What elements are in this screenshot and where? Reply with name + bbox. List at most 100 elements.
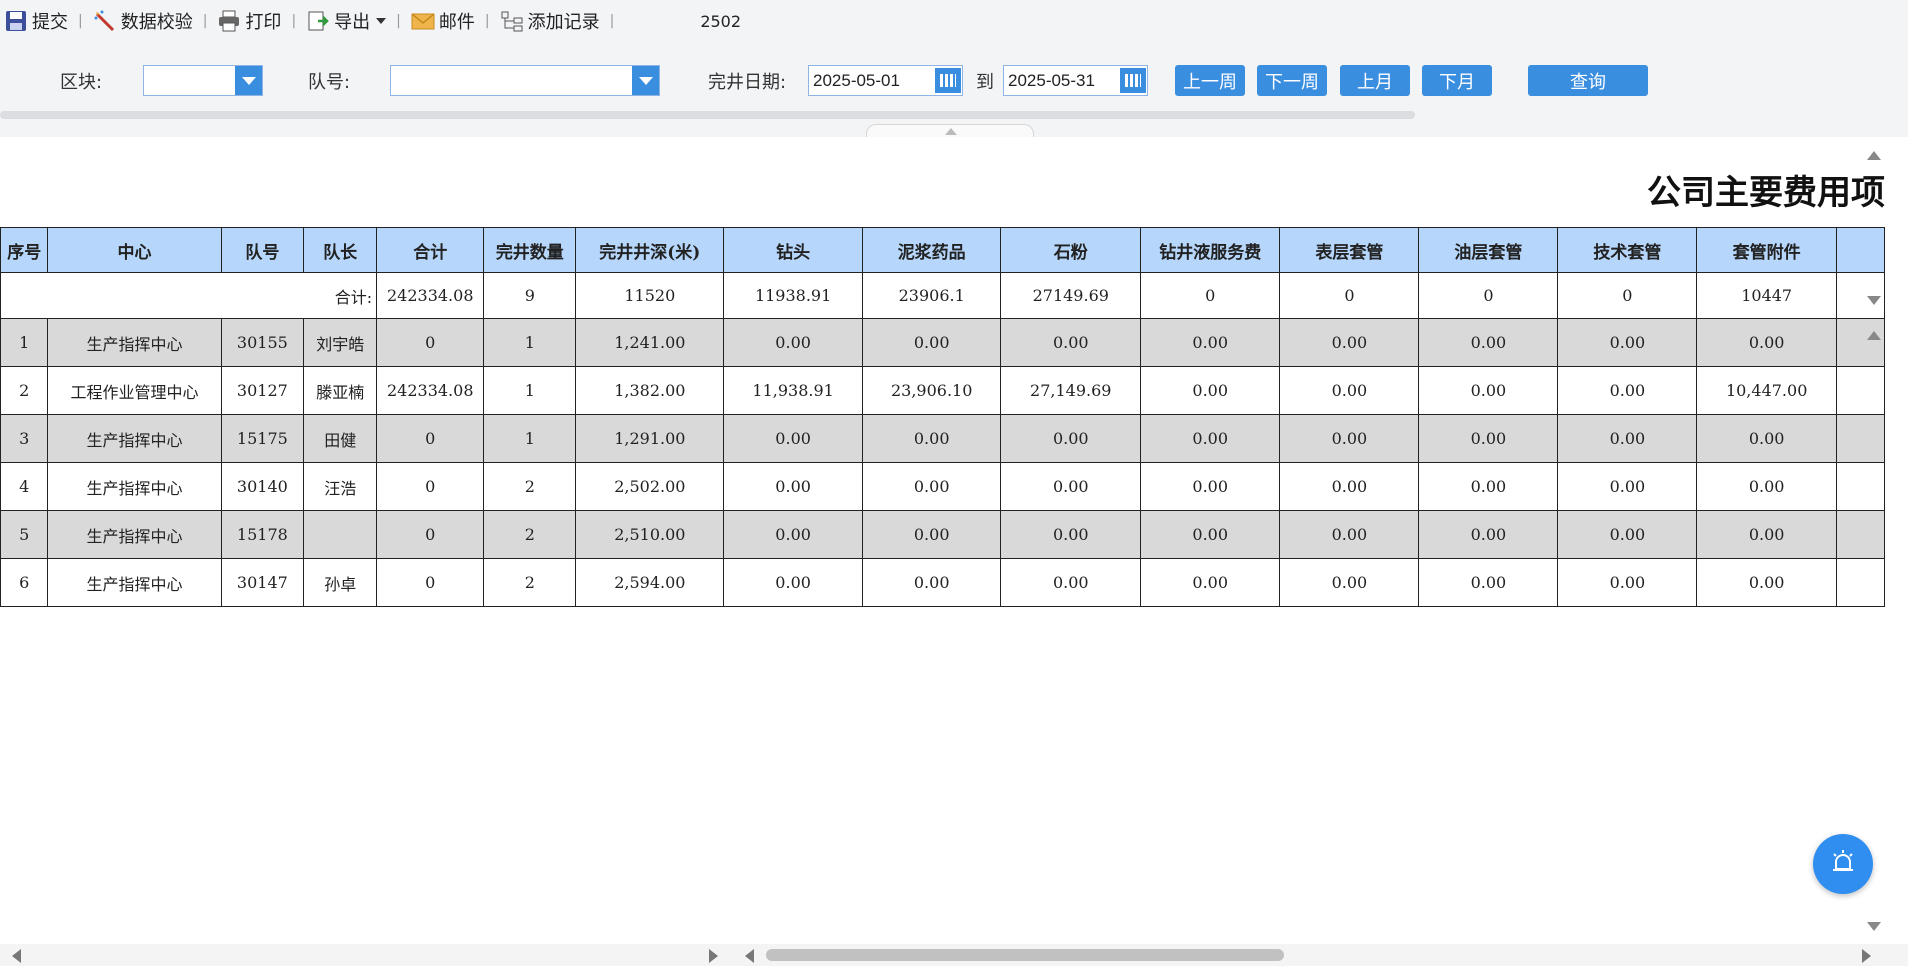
table-cell: 2 xyxy=(483,558,577,607)
summary-cell: 0 xyxy=(1557,272,1698,319)
table-cell: 0.00 xyxy=(1557,462,1698,511)
summary-cell: 0 xyxy=(1140,272,1281,319)
toolbar: 提交 | 数据校验 | 打印 | 导出 | 邮件 | 添加记录 | 2502 xyxy=(0,0,1908,42)
validate-button[interactable]: 数据校验 xyxy=(89,6,197,36)
save-icon xyxy=(4,9,28,33)
table-header-row: 序号 中心 队号 队长 合计 完井数量 完井井深(米) 钻头 泥浆药品 石粉 钻… xyxy=(0,227,1885,273)
scroll-down-icon[interactable] xyxy=(1867,296,1881,305)
table-cell: 0.00 xyxy=(1140,366,1281,415)
table-cell: 生产指挥中心 xyxy=(47,318,222,367)
column-header: 技术套管 xyxy=(1557,227,1698,273)
print-button[interactable]: 打印 xyxy=(213,6,285,36)
report-title: 公司主要费用项目 xyxy=(1647,174,1885,212)
table-cell: 2,510.00 xyxy=(575,510,725,559)
table-cell: 242334.08 xyxy=(376,366,485,415)
column-header: 队长 xyxy=(303,227,378,273)
scrollbar-thumb[interactable] xyxy=(766,949,1284,961)
scroll-right-icon[interactable] xyxy=(709,949,718,963)
table-cell: 0.00 xyxy=(861,414,1002,463)
horizontal-scrollbar[interactable] xyxy=(0,944,1908,966)
scroll-left-icon[interactable] xyxy=(745,949,754,963)
table-cell: 0.00 xyxy=(1140,558,1281,607)
table-cell-overflow xyxy=(1835,462,1885,511)
column-header: 钻头 xyxy=(723,227,863,273)
table-cell: 1,241.00 xyxy=(575,318,725,367)
table-cell: 0.00 xyxy=(1557,318,1698,367)
summary-cell: 23906.1 xyxy=(861,272,1002,319)
table-row[interactable]: 2 工程作业管理中心 30127 滕亚楠 242334.08 1 1,382.00 11,93… xyxy=(0,366,1885,415)
scroll-up-icon[interactable] xyxy=(1867,151,1881,160)
team-select[interactable] xyxy=(390,65,660,96)
date-to-field[interactable]: 2025-05-31 xyxy=(1003,65,1148,96)
table-cell: 汪浩 xyxy=(303,462,378,511)
toolbar-separator: | xyxy=(396,13,401,29)
calendar-icon[interactable] xyxy=(1120,68,1146,93)
submit-button[interactable]: 提交 xyxy=(0,6,72,36)
table-cell: 工程作业管理中心 xyxy=(47,366,222,415)
table-row[interactable]: 4 生产指挥中心 30140 汪浩 0 2 2,502.00 0.00 0.00 0.00 0.00… xyxy=(0,462,1885,511)
wand-icon xyxy=(93,9,117,33)
to-label: 到 xyxy=(976,72,994,93)
filter-bar: 区块: 队号: 完井日期: 2025-05-01 到 2025-05-31 上一… xyxy=(0,42,1908,138)
table-cell: 0.00 xyxy=(1557,366,1698,415)
next-week-button[interactable]: 下一周 xyxy=(1257,65,1327,96)
table-cell: 0 xyxy=(376,510,485,559)
next-month-button[interactable]: 下月 xyxy=(1422,65,1492,96)
scroll-right-icon[interactable] xyxy=(1862,949,1871,963)
table-cell: 0.00 xyxy=(1000,318,1142,367)
table-cell: 6 xyxy=(0,558,49,607)
table-cell-overflow xyxy=(1835,510,1885,559)
table-cell: 0.00 xyxy=(1696,510,1837,559)
report-code: 2502 xyxy=(700,11,742,31)
table-cell: 0.00 xyxy=(1418,510,1559,559)
chevron-down-icon[interactable] xyxy=(632,66,659,95)
table-cell: 0.00 xyxy=(1140,414,1281,463)
column-header: 完井数量 xyxy=(483,227,577,273)
filter-scrollbar[interactable] xyxy=(0,111,1415,119)
block-select[interactable] xyxy=(143,65,263,96)
date-to-value: 2025-05-31 xyxy=(1008,71,1095,90)
table-row[interactable]: 5 生产指挥中心 15178 0 2 2,510.00 0.00 0.00 0.00 0.00 0.… xyxy=(0,510,1885,559)
table-cell: 0 xyxy=(376,318,485,367)
table-row[interactable]: 3 生产指挥中心 15175 田健 0 1 1,291.00 0.00 0.00 0.00 0.00… xyxy=(0,414,1885,463)
calendar-icon[interactable] xyxy=(935,68,961,93)
scroll-up-icon[interactable] xyxy=(1867,331,1881,340)
export-button[interactable]: 导出 xyxy=(302,6,390,36)
envelope-icon xyxy=(411,9,435,33)
table-cell: 0.00 xyxy=(1000,510,1142,559)
table-row[interactable]: 6 生产指挥中心 30147 孙卓 0 2 2,594.00 0.00 0.00 0.00 0.00… xyxy=(0,558,1885,607)
prev-week-button[interactable]: 上一周 xyxy=(1175,65,1245,96)
column-header: 中心 xyxy=(47,227,222,273)
query-button[interactable]: 查询 xyxy=(1528,65,1648,96)
chevron-down-icon[interactable] xyxy=(235,66,262,95)
collapse-panel-toggle[interactable] xyxy=(866,124,1034,138)
toolbar-separator: | xyxy=(202,13,208,29)
print-label: 打印 xyxy=(245,12,282,33)
scroll-down-icon[interactable] xyxy=(1867,922,1881,931)
table-cell: 15178 xyxy=(220,510,305,559)
scroll-left-icon[interactable] xyxy=(12,949,21,963)
column-header: 钻井液服务费 xyxy=(1140,227,1281,273)
alarm-button[interactable] xyxy=(1813,834,1873,894)
table-cell-overflow xyxy=(1835,558,1885,607)
table-cell: 0.00 xyxy=(1696,414,1837,463)
table-cell: 1 xyxy=(483,414,577,463)
tree-add-icon xyxy=(500,9,524,33)
summary-row: 合计: 242334.08 9 11520 11938.91 23906.1 2… xyxy=(0,272,1885,319)
prev-month-button[interactable]: 上月 xyxy=(1340,65,1410,96)
mail-button[interactable]: 邮件 xyxy=(407,6,479,36)
column-header: 表层套管 xyxy=(1279,227,1420,273)
table-cell: 0.00 xyxy=(723,510,863,559)
table-cell: 0.00 xyxy=(1279,318,1420,367)
table-cell: 0.00 xyxy=(1418,318,1559,367)
validate-label: 数据校验 xyxy=(120,12,193,33)
table-cell: 生产指挥中心 xyxy=(47,558,222,607)
add-record-button[interactable]: 添加记录 xyxy=(496,6,604,36)
date-from-field[interactable]: 2025-05-01 xyxy=(808,65,963,96)
table-cell: 3 xyxy=(0,414,49,463)
table-cell: 0.00 xyxy=(1696,462,1837,511)
table-cell: 0.00 xyxy=(1140,318,1281,367)
column-header: 队号 xyxy=(220,227,305,273)
table-row[interactable]: 1 生产指挥中心 30155 刘宇皓 0 1 1,241.00 0.00 0.00 0.00 0.0… xyxy=(0,318,1885,367)
table-cell: 10,447.00 xyxy=(1696,366,1837,415)
